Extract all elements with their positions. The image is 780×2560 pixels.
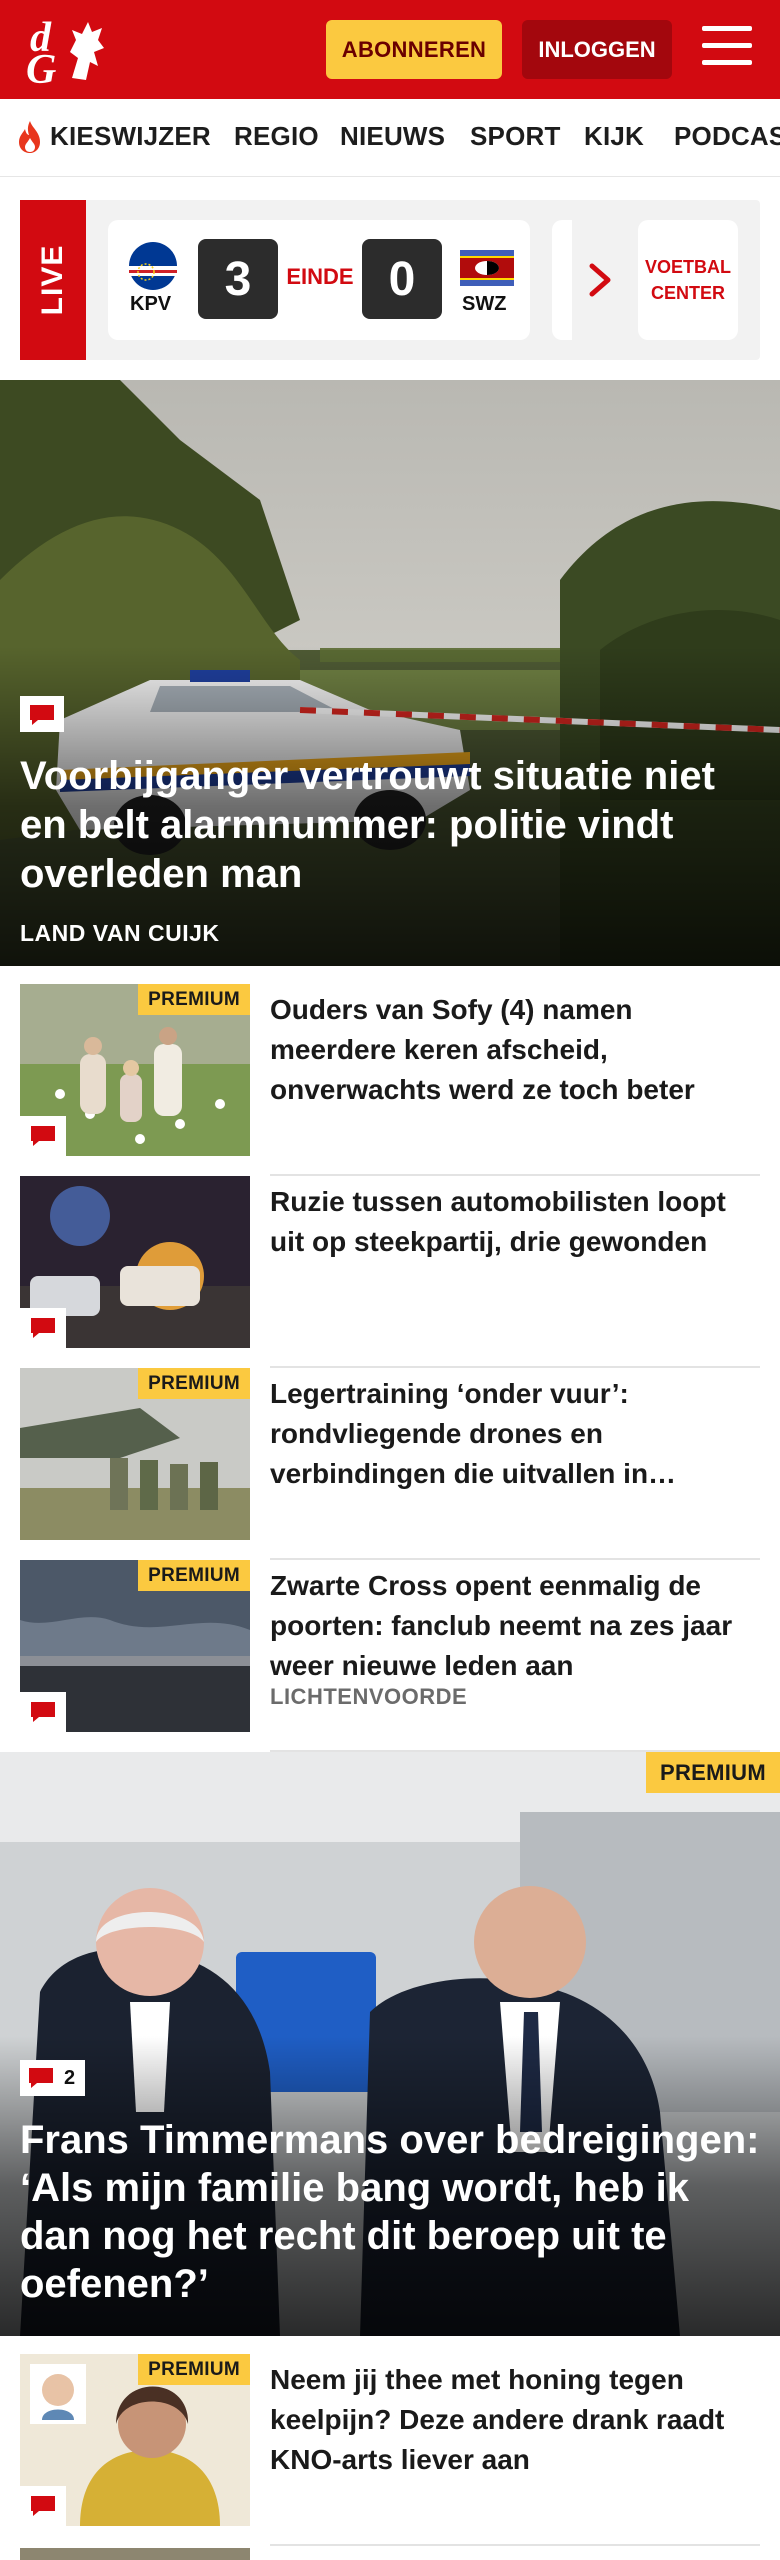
list-item[interactable]: PREMIUM Neem jij thee met honing tegen k… <box>20 2354 760 2546</box>
next-article-thumbnail-peek <box>20 2548 250 2560</box>
nav-item-kieswijzer[interactable]: KIESWIJZER <box>50 121 211 152</box>
article-thumbnail: PREMIUM <box>20 984 250 1156</box>
away-score: 0 <box>362 239 442 319</box>
article-title: Ruzie tussen automobilisten loopt uit op… <box>270 1186 726 1257</box>
flame-icon <box>19 121 40 153</box>
login-button[interactable]: INLOGGEN <box>522 20 672 79</box>
chevron-right-icon[interactable] <box>588 262 614 298</box>
comment-icon <box>29 2068 53 2088</box>
article-thumbnail: PREMIUM <box>20 2354 250 2526</box>
cape-verde-flag-icon <box>129 242 177 290</box>
match-status: EINDE <box>286 264 354 289</box>
hero-location: LAND VAN CUIJK <box>20 920 220 946</box>
article-title: Zwarte Cross opent eenmalig de poorten: … <box>270 1570 733 1681</box>
eswatini-flag-icon <box>460 250 514 286</box>
hero-article[interactable]: Voorbijganger vertrouwt situatie niet en… <box>0 380 780 966</box>
home-score: 3 <box>198 239 278 319</box>
subscribe-button[interactable]: ABONNEREN <box>326 20 502 79</box>
comment-icon <box>20 696 64 732</box>
article-location: LICHTENVOORDE <box>270 1684 468 1709</box>
list-item[interactable]: Ruzie tussen automobilisten loopt uit op… <box>20 1176 760 1368</box>
premium-badge: PREMIUM <box>138 1560 250 1591</box>
live-label: LIVE <box>20 200 86 360</box>
comment-icon <box>20 1116 66 1156</box>
logo-horse-icon <box>70 22 104 80</box>
article-title: Neem jij thee met honing tegen keelpijn?… <box>270 2364 725 2475</box>
comment-count[interactable]: 2 <box>20 2060 86 2096</box>
article-thumbnail <box>20 1176 250 1348</box>
away-team-name: SWZ <box>462 293 507 315</box>
home-team-name: KPV <box>130 293 172 315</box>
comment-icon <box>20 1692 66 1732</box>
voetbal-center-link[interactable]: VOETBAL CENTER <box>638 220 738 340</box>
article-title: Ouders van Sofy (4) namen meerdere keren… <box>270 994 695 1105</box>
nav-item-regio[interactable]: REGIO <box>234 121 319 152</box>
article-title: Legertraining ‘onder vuur’: rondvliegend… <box>270 1378 677 1489</box>
feature-title: Frans Timmermans over bedreigingen: ‘Als… <box>20 2118 760 2306</box>
article-thumbnail: PREMIUM <box>20 1368 250 1540</box>
comment-count-value: 2 <box>64 2066 76 2089</box>
article-thumbnail: PREMIUM <box>20 1560 250 1732</box>
hero-title: Voorbijganger vertrouwt situatie niet en… <box>20 754 715 896</box>
site-logo[interactable]: d G <box>24 12 114 93</box>
premium-badge: PREMIUM <box>138 1368 250 1399</box>
nav-item-sport[interactable]: SPORT <box>470 121 561 152</box>
list-item[interactable]: PREMIUM Legertraining ‘onder vuur’: rond… <box>20 1368 760 1560</box>
feature-article[interactable]: PREMIUM 2 Frans Timmermans over bedreigi… <box>0 1752 780 2336</box>
list-item[interactable]: PREMIUM Ouders van Sofy (4) namen meerde… <box>20 984 760 1176</box>
match-card[interactable]: KPV 3 EINDE 0 SWZ <box>108 220 530 340</box>
nav-item-kijk[interactable]: KIJK <box>584 121 644 152</box>
next-match-card-peek[interactable] <box>552 220 572 340</box>
premium-badge: PREMIUM <box>138 2354 250 2385</box>
top-bar: d G ABONNEREN INLOGGEN <box>0 0 780 99</box>
comment-icon <box>20 2486 66 2526</box>
section-nav: KIESWIJZER REGIO NIEUWS SPORT KIJK PODCA… <box>0 99 780 177</box>
live-scores-widget: LIVE KPV 3 EINDE 0 SWZ VOETBAL CENTER <box>20 200 760 360</box>
nav-item-nieuws[interactable]: NIEUWS <box>340 121 445 152</box>
list-item[interactable]: PREMIUM Zwarte Cross opent eenmalig de p… <box>20 1560 760 1752</box>
logo-letter-g: G <box>26 47 57 93</box>
comment-icon <box>20 1308 66 1348</box>
premium-badge: PREMIUM <box>646 1752 780 1793</box>
nav-item-podcast[interactable]: PODCAST <box>674 121 780 152</box>
menu-icon[interactable] <box>702 26 752 70</box>
premium-badge: PREMIUM <box>138 984 250 1015</box>
